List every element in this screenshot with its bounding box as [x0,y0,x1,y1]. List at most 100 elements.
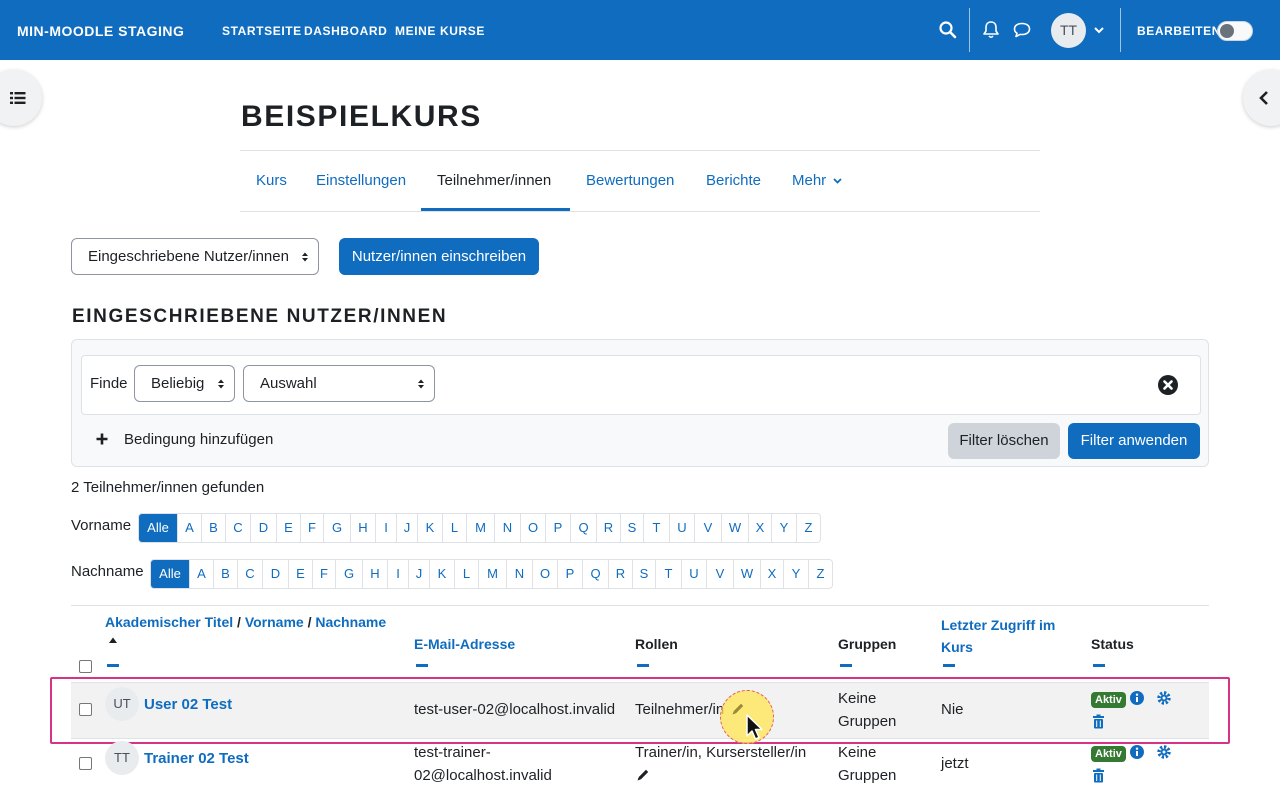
lastname-initial-letter[interactable]: C [237,560,262,588]
pencil-icon[interactable] [731,702,745,716]
nav-link-dashboard[interactable]: DASHBOARD [304,24,387,38]
remove-condition-icon[interactable] [1158,375,1178,395]
lastname-initial-letter[interactable]: J [408,560,429,588]
firstname-initial-letter[interactable]: T [643,514,669,542]
firstname-initial-letter[interactable]: S [620,514,643,542]
select-all-checkbox[interactable] [79,660,92,673]
firstname-initial-letter[interactable]: X [748,514,771,542]
firstname-initial-letter[interactable]: Z [796,514,820,542]
info-icon[interactable] [1130,745,1144,759]
sort-email-link[interactable]: E-Mail-Adresse [414,636,515,652]
tab-course[interactable]: Kurs [256,172,287,189]
lastname-initial-letter[interactable]: Z [808,560,832,588]
filter-match-select[interactable]: Beliebig [134,365,235,402]
column-header-email[interactable]: E-Mail-Adresse [414,636,515,652]
firstname-initial-letter[interactable]: E [276,514,300,542]
firstname-initial-letter[interactable]: J [396,514,417,542]
column-header-last-access[interactable]: Letzter Zugriff im Kurs [941,614,1055,658]
firstname-initial-letter[interactable]: U [669,514,694,542]
tab-reports[interactable]: Berichte [706,172,761,189]
nav-link-my-courses[interactable]: MEINE KURSE [395,24,485,38]
lastname-initial-letter[interactable]: A [189,560,213,588]
enrol-users-button[interactable]: Nutzer/innen einschreiben [339,238,539,275]
firstname-initial-letter[interactable]: R [596,514,620,542]
course-index-toggle[interactable] [0,70,42,126]
lastname-initial-all[interactable]: Alle [151,560,189,588]
firstname-initial-letter[interactable]: M [466,514,494,542]
firstname-initial-letter[interactable]: P [545,514,570,542]
firstname-initial-letter[interactable]: Q [570,514,596,542]
lastname-initial-letter[interactable]: H [362,560,387,588]
lastname-initial-letter[interactable]: Y [783,560,808,588]
bell-icon[interactable] [981,20,1001,40]
user-avatar[interactable]: TT [1051,13,1086,48]
firstname-initial-letter[interactable]: W [721,514,748,542]
lastname-initial-letter[interactable]: P [557,560,582,588]
firstname-initial-letter[interactable]: D [250,514,276,542]
nav-link-home[interactable]: STARTSEITE [222,24,302,38]
pencil-icon[interactable] [636,768,650,782]
lastname-initial-letter[interactable]: S [632,560,655,588]
user-name-link[interactable]: Trainer 02 Test [144,750,249,767]
firstname-initial-letter[interactable]: N [494,514,520,542]
collapse-column-icon[interactable] [1093,664,1105,667]
lastname-initial-letter[interactable]: L [454,560,478,588]
firstname-initial-letter[interactable]: C [225,514,250,542]
lastname-initial-letter[interactable]: N [506,560,532,588]
lastname-initial-letter[interactable]: V [706,560,733,588]
tab-grades[interactable]: Bewertungen [586,172,674,189]
collapse-column-icon[interactable] [637,664,649,667]
firstname-initial-letter[interactable]: G [323,514,350,542]
firstname-initial-letter[interactable]: B [201,514,225,542]
lastname-initial-letter[interactable]: D [262,560,288,588]
tab-more[interactable]: Mehr [792,172,842,189]
lastname-initial-letter[interactable]: Q [582,560,608,588]
lastname-initial-letter[interactable]: O [532,560,557,588]
row-select-checkbox[interactable] [79,757,92,770]
firstname-initial-letter[interactable]: O [520,514,545,542]
lastname-initial-letter[interactable]: M [478,560,506,588]
lastname-initial-letter[interactable]: E [288,560,312,588]
block-drawer-toggle[interactable] [1243,70,1280,126]
chat-icon[interactable] [1012,20,1032,40]
apply-filter-button[interactable]: Filter anwenden [1068,423,1200,459]
tab-settings[interactable]: Einstellungen [316,172,406,189]
firstname-initial-letter[interactable]: I [375,514,396,542]
firstname-initial-letter[interactable]: K [417,514,442,542]
site-brand[interactable]: MIN-MOODLE STAGING [17,23,184,39]
collapse-column-icon[interactable] [943,664,955,667]
lastname-initial-letter[interactable]: K [429,560,454,588]
enrolled-users-select[interactable]: Eingeschriebene Nutzer/innen [71,238,319,275]
firstname-initial-letter[interactable]: H [350,514,375,542]
trash-icon[interactable] [1092,768,1105,783]
lastname-initial-letter[interactable]: T [655,560,681,588]
lastname-initial-letter[interactable]: U [681,560,706,588]
collapse-column-icon[interactable] [416,664,428,667]
tab-participants[interactable]: Teilnehmer/innen [437,172,551,189]
edit-mode-toggle[interactable] [1217,21,1253,41]
sort-title-link[interactable]: Akademischer Titel [105,614,233,630]
lastname-initial-letter[interactable]: X [760,560,783,588]
search-icon[interactable] [938,20,958,40]
firstname-initial-letter[interactable]: V [694,514,721,542]
lastname-initial-letter[interactable]: R [608,560,632,588]
lastname-initial-letter[interactable]: I [387,560,408,588]
lastname-initial-letter[interactable]: F [312,560,335,588]
filter-type-select[interactable]: Auswahl [243,365,435,402]
firstname-initial-letter[interactable]: F [300,514,323,542]
clear-filter-button[interactable]: Filter löschen [948,423,1060,459]
firstname-initial-all[interactable]: Alle [139,514,177,542]
lastname-initial-letter[interactable]: B [213,560,237,588]
lastname-initial-letter[interactable]: G [335,560,362,588]
sort-lastname-link[interactable]: Nachname [315,614,386,630]
firstname-initial-letter[interactable]: L [442,514,466,542]
gear-icon[interactable] [1156,744,1172,760]
firstname-initial-letter[interactable]: Y [771,514,796,542]
firstname-initial-letter[interactable]: A [177,514,201,542]
collapse-column-icon[interactable] [840,664,852,667]
lastname-initial-letter[interactable]: W [733,560,760,588]
email-line1: test-trainer- [414,744,491,761]
sort-firstname-link[interactable]: Vorname [245,614,304,630]
collapse-column-icon[interactable] [107,664,119,667]
chevron-down-icon[interactable] [1093,24,1105,36]
